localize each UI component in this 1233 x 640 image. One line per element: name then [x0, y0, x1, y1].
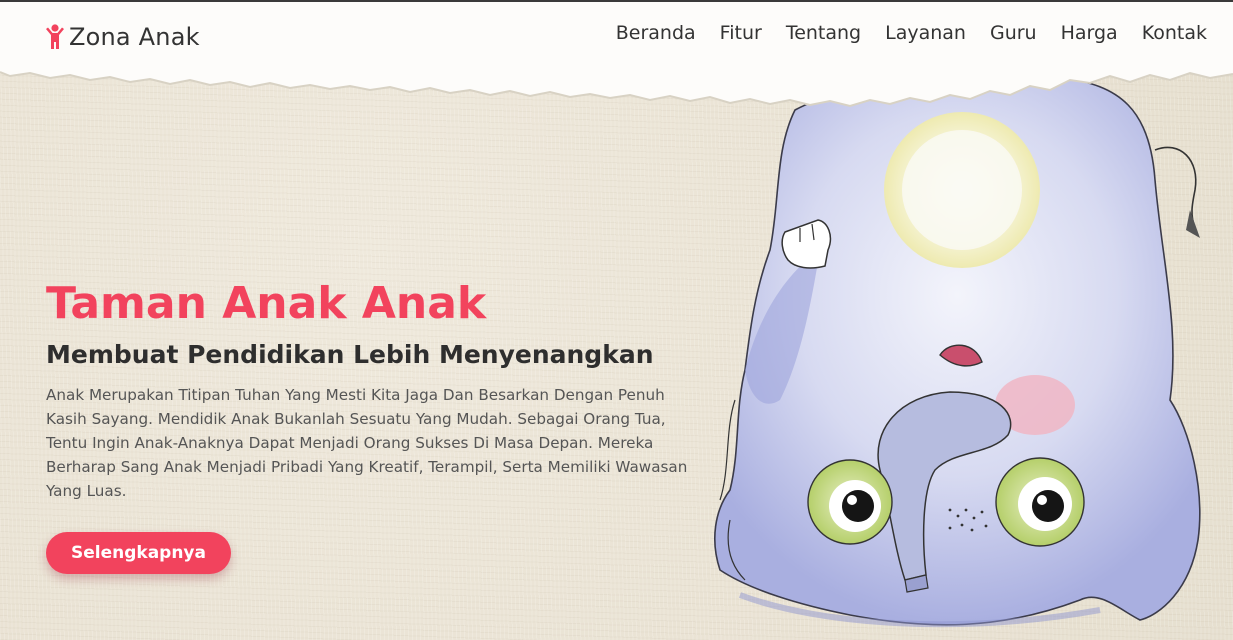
nav-layanan[interactable]: Layanan: [885, 22, 966, 44]
nav-beranda[interactable]: Beranda: [616, 22, 696, 44]
nav-guru[interactable]: Guru: [990, 22, 1037, 44]
read-more-button[interactable]: Selengkapnya: [46, 532, 231, 574]
nav-fitur[interactable]: Fitur: [720, 22, 762, 44]
nav-kontak[interactable]: Kontak: [1142, 22, 1207, 44]
hero-section: Taman Anak Anak Membuat Pendidikan Lebih…: [46, 278, 706, 574]
hero-title: Taman Anak Anak: [46, 278, 487, 329]
hero-subtitle: Membuat Pendidikan Lebih Menyenangkan: [46, 339, 654, 369]
hero-description: Anak Merupakan Titipan Tuhan Yang Mesti …: [46, 386, 688, 501]
site-header: Zona Anak Beranda Fitur Tentang Layanan …: [0, 2, 1233, 72]
nav-tentang[interactable]: Tentang: [786, 22, 861, 44]
child-figure-icon: [46, 24, 64, 49]
brand-name: Zona Anak: [69, 23, 200, 51]
watercolor-elephant-illustration: [714, 74, 1201, 628]
brand-logo[interactable]: Zona Anak: [44, 20, 200, 54]
main-nav: Beranda Fitur Tentang Layanan Guru Harga…: [616, 22, 1207, 44]
nav-harga[interactable]: Harga: [1061, 22, 1118, 44]
